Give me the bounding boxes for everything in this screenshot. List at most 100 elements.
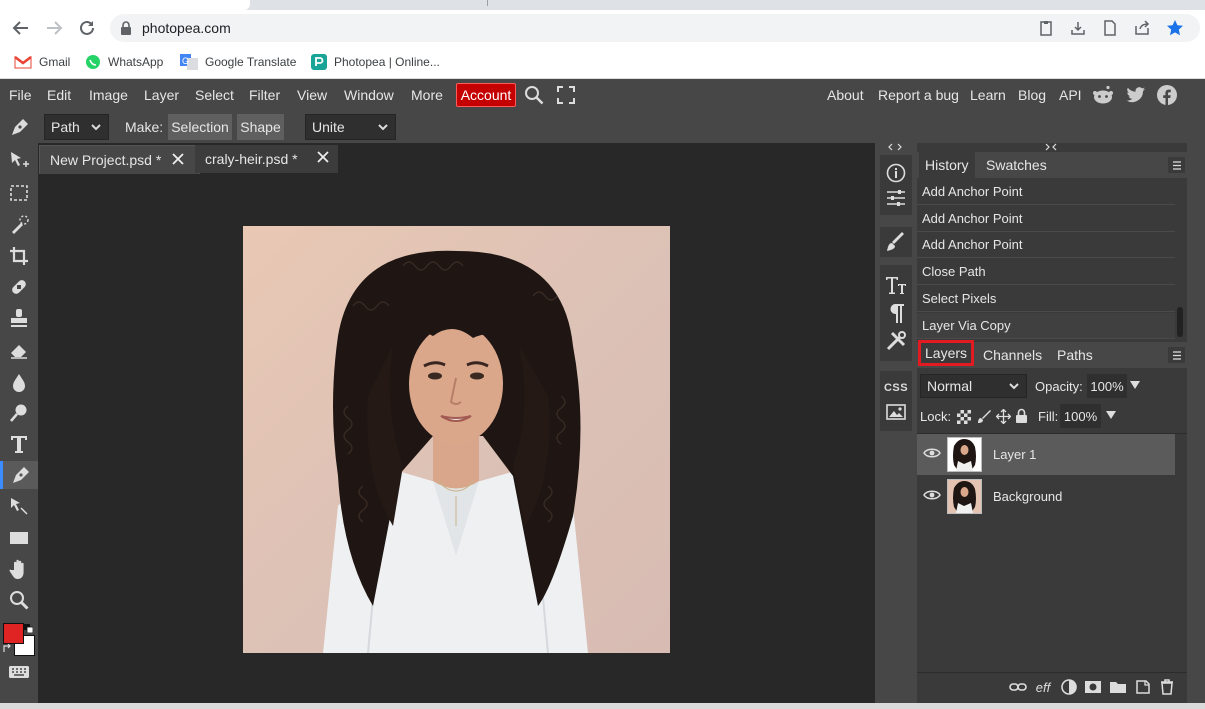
quick-selection-icon[interactable]: [3, 211, 35, 239]
layer-row-background[interactable]: Background: [917, 476, 1175, 517]
menu-more[interactable]: More: [411, 87, 443, 103]
adjustment-layer-icon[interactable]: [1059, 679, 1079, 695]
reload-icon[interactable]: [75, 16, 99, 40]
opacity-dropdown-icon[interactable]: [1130, 380, 1140, 390]
swap-colors-icon[interactable]: [3, 643, 13, 653]
account-button[interactable]: Account: [456, 83, 516, 107]
rectangle-tool-icon[interactable]: [3, 524, 35, 552]
character-icon[interactable]: [885, 274, 907, 296]
menu-edit[interactable]: Edit: [47, 87, 71, 103]
menu-image[interactable]: Image: [89, 87, 128, 103]
tab-swatches[interactable]: Swatches: [980, 152, 1053, 178]
opacity-input[interactable]: 100%: [1087, 374, 1127, 398]
history-menu-icon[interactable]: [1168, 157, 1185, 173]
back-arrow-icon[interactable]: [9, 16, 33, 40]
foreground-color-swatch[interactable]: [3, 623, 24, 644]
brush-settings-icon[interactable]: [880, 227, 912, 257]
address-bar[interactable]: photopea.com: [110, 14, 1200, 42]
facebook-icon[interactable]: [1157, 85, 1177, 105]
lock-position-icon[interactable]: [996, 409, 1011, 424]
new-layer-icon[interactable]: [1133, 679, 1153, 695]
layer-row-layer-1[interactable]: Layer 1: [917, 434, 1175, 475]
healing-brush-icon[interactable]: [3, 273, 35, 301]
history-item[interactable]: Add Anchor Point: [917, 206, 1175, 232]
collapse-arrows-icon[interactable]: [887, 143, 903, 151]
history-item[interactable]: Select Pixels: [917, 286, 1175, 312]
link-learn[interactable]: Learn: [970, 87, 1006, 103]
blur-tool-icon[interactable]: [3, 368, 35, 396]
lock-transparency-icon[interactable]: [957, 410, 971, 424]
link-about[interactable]: About: [827, 87, 864, 103]
blend-mode-select[interactable]: Normal: [920, 374, 1027, 398]
paragraph-icon[interactable]: [887, 302, 905, 324]
bookmark-photopea[interactable]: Photopea | Online...: [311, 52, 440, 72]
image-icon[interactable]: [886, 404, 906, 420]
info-icon[interactable]: [886, 163, 906, 183]
install-app-icon[interactable]: [1070, 20, 1086, 36]
history-item-current[interactable]: Layer Via Copy: [917, 313, 1175, 339]
close-icon[interactable]: [316, 150, 330, 164]
default-colors-icon[interactable]: [24, 624, 33, 633]
eraser-tool-icon[interactable]: [3, 336, 35, 364]
history-item[interactable]: Add Anchor Point: [917, 179, 1175, 205]
page-icon[interactable]: [1102, 20, 1118, 36]
history-scrollbar[interactable]: [1177, 307, 1183, 337]
path-operation-select[interactable]: Unite: [305, 114, 396, 140]
tools-icon[interactable]: [885, 330, 907, 352]
hand-tool-icon[interactable]: [3, 555, 35, 583]
clipboard-icon[interactable]: [1038, 20, 1054, 36]
tool-mode-select[interactable]: Path: [44, 114, 109, 140]
link-blog[interactable]: Blog: [1018, 87, 1046, 103]
move-tool-icon[interactable]: [3, 147, 35, 175]
fullscreen-icon[interactable]: [557, 86, 575, 104]
twitter-icon[interactable]: [1126, 86, 1146, 104]
visibility-eye-icon[interactable]: [923, 489, 941, 501]
zoom-tool-icon[interactable]: [3, 586, 35, 614]
search-icon[interactable]: [524, 85, 544, 105]
close-icon[interactable]: [171, 152, 185, 166]
menu-file[interactable]: File: [9, 87, 32, 103]
adjustments-icon[interactable]: [886, 189, 906, 207]
make-selection-button[interactable]: Selection: [168, 114, 232, 140]
menu-view[interactable]: View: [297, 87, 327, 103]
layer-mask-icon[interactable]: [1083, 679, 1103, 695]
pen-tool-active-icon[interactable]: [0, 461, 38, 489]
crop-tool-icon[interactable]: [3, 242, 35, 270]
text-tool-icon[interactable]: [3, 430, 35, 458]
path-selection-icon[interactable]: [3, 493, 35, 521]
tab-layers[interactable]: Layers: [918, 340, 975, 366]
menu-window[interactable]: Window: [344, 87, 394, 103]
fill-input[interactable]: 100%: [1060, 404, 1101, 428]
doc-tab-craly-heir[interactable]: craly-heir.psd *: [195, 145, 338, 173]
reddit-icon[interactable]: [1092, 85, 1114, 105]
tab-paths[interactable]: Paths: [1051, 342, 1099, 368]
forward-arrow-icon[interactable]: [42, 16, 66, 40]
bookmark-whatsapp[interactable]: WhatsApp: [85, 52, 163, 72]
link-report-bug[interactable]: Report a bug: [878, 87, 959, 103]
history-item[interactable]: Close Path: [917, 259, 1175, 285]
share-icon[interactable]: [1134, 20, 1150, 36]
delete-layer-icon[interactable]: [1157, 679, 1177, 695]
css-icon[interactable]: CSS: [884, 382, 908, 394]
document-image[interactable]: [243, 226, 670, 653]
lock-all-icon[interactable]: [1015, 408, 1028, 424]
menu-layer[interactable]: Layer: [144, 87, 179, 103]
bookmark-star-icon[interactable]: [1166, 19, 1184, 37]
make-shape-button[interactable]: Shape: [237, 114, 284, 140]
bookmark-google-translate[interactable]: G Google Translate: [180, 52, 296, 72]
new-group-icon[interactable]: [1108, 679, 1128, 695]
dodge-tool-icon[interactable]: [3, 399, 35, 427]
marquee-tool-icon[interactable]: [3, 179, 35, 207]
menu-select[interactable]: Select: [195, 87, 234, 103]
visibility-eye-icon[interactable]: [923, 447, 941, 459]
history-item[interactable]: Add Anchor Point: [917, 232, 1175, 258]
layer-effects-icon[interactable]: eff: [1033, 679, 1053, 695]
tab-history[interactable]: History: [919, 152, 975, 178]
lock-pixels-icon[interactable]: [977, 409, 992, 424]
layers-menu-icon[interactable]: [1168, 347, 1185, 363]
tab-channels[interactable]: Channels: [977, 342, 1048, 368]
link-api[interactable]: API: [1059, 87, 1082, 103]
keyboard-icon[interactable]: [3, 658, 35, 686]
active-browser-tab[interactable]: [0, 0, 250, 10]
link-layers-icon[interactable]: [1008, 679, 1028, 695]
